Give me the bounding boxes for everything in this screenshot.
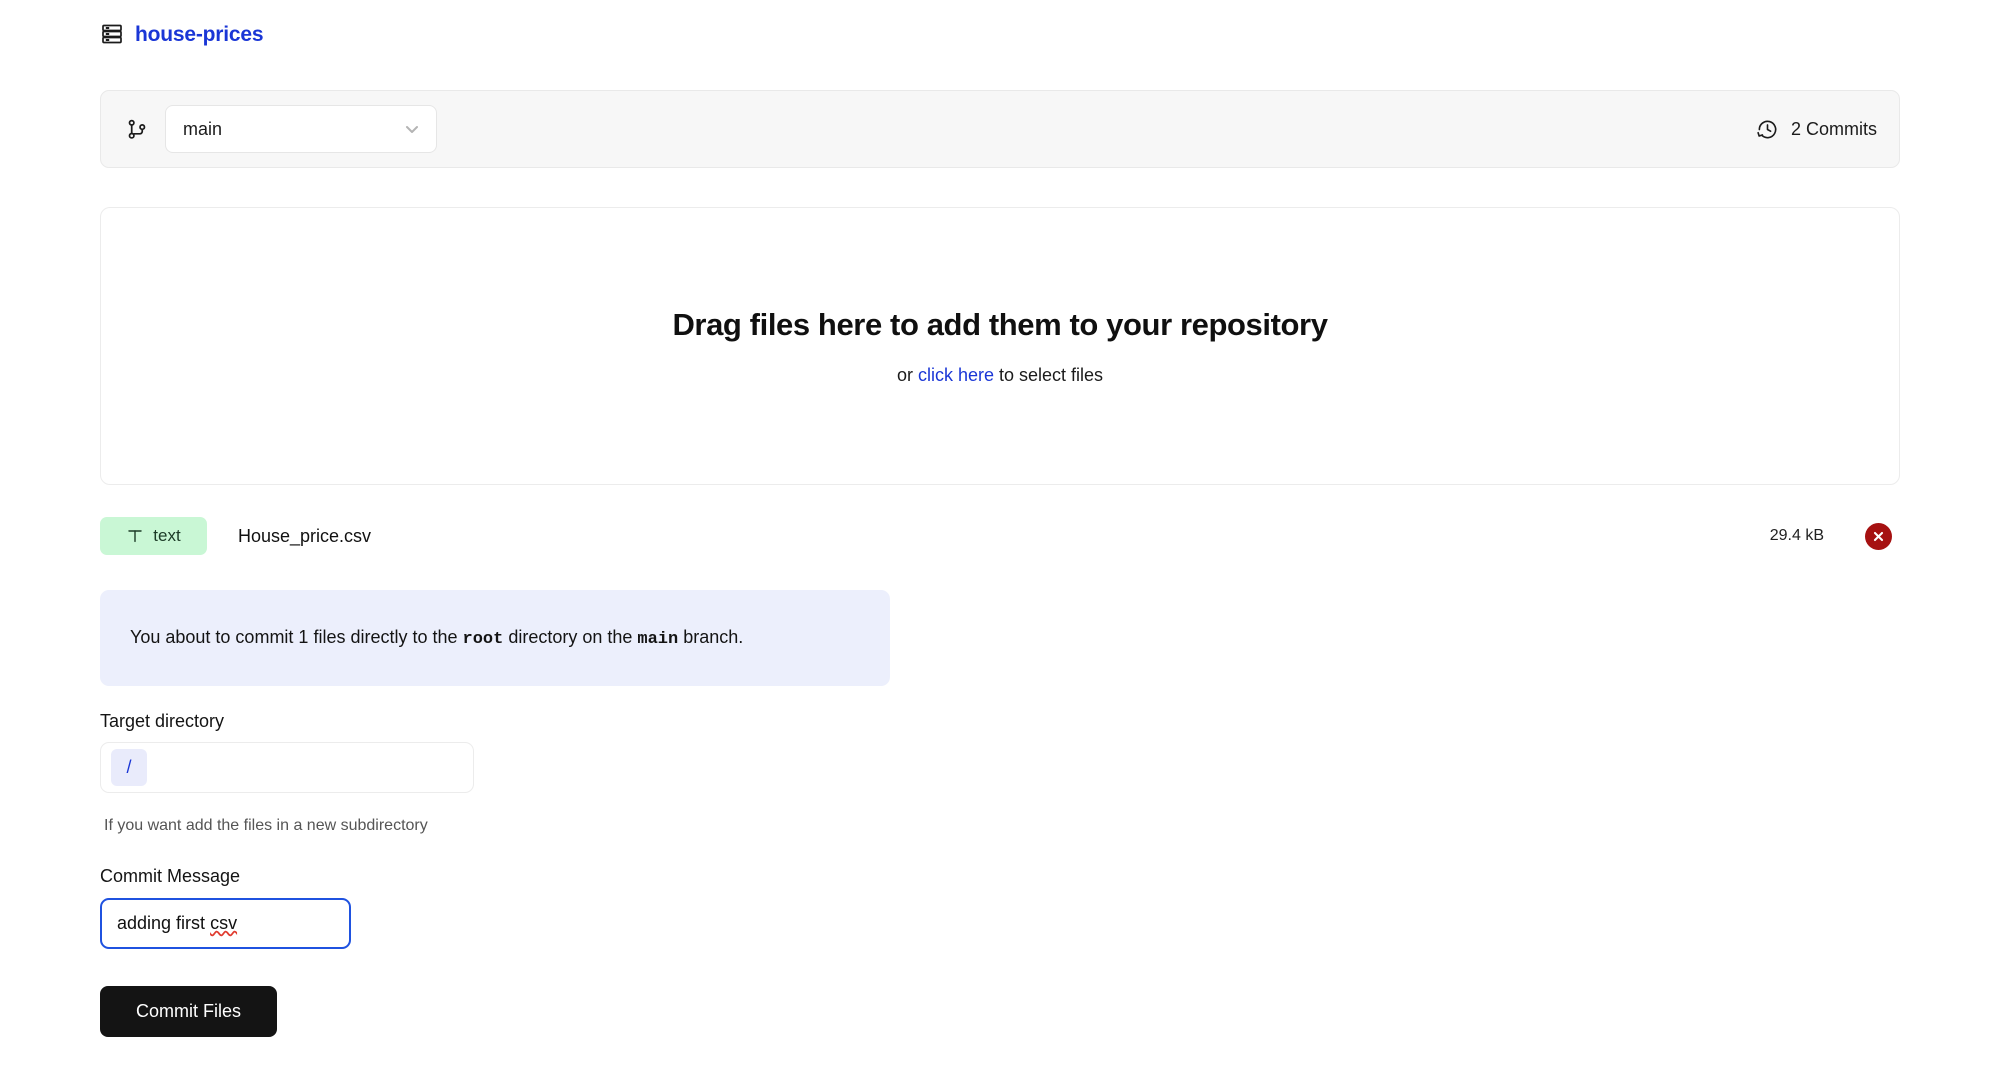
dropzone-title: Drag files here to add them to your repo… — [672, 306, 1328, 342]
commit-info-banner: You about to commit 1 files directly to … — [100, 590, 890, 686]
banner-directory: root — [462, 629, 504, 649]
commit-message-value: adding first csv — [117, 913, 237, 934]
history-clock-icon — [1756, 118, 1779, 141]
file-size: 29.4 kB — [1769, 527, 1824, 544]
select-files-link[interactable]: click here — [918, 365, 994, 385]
dropzone-subtitle: or click here to select files — [897, 365, 1103, 386]
banner-part-1: You about to commit 1 files directly to … — [130, 626, 463, 647]
chevron-down-icon — [402, 119, 422, 139]
commit-message-label: Commit Message — [100, 866, 241, 886]
commit-files-button[interactable]: Commit Files — [100, 986, 277, 1037]
text-type-icon — [126, 527, 144, 545]
branch-group: main — [125, 105, 437, 153]
file-name: House_price.csv — [238, 525, 372, 546]
repo-name-link[interactable]: house-prices — [135, 24, 264, 45]
dataset-rows-icon — [100, 22, 124, 46]
target-directory-help: If you want add the files in a new subdi… — [104, 817, 428, 834]
commit-info-text: You about to commit 1 files directly to … — [130, 625, 743, 652]
file-type-label: text — [153, 526, 181, 545]
target-directory-label: Target directory — [100, 711, 225, 731]
banner-part-2: directory on the — [503, 626, 638, 647]
commit-message-input[interactable]: adding first csv — [100, 898, 351, 949]
commits-label: 2 Commits — [1790, 118, 1877, 139]
file-dropzone[interactable]: Drag files here to add them to your repo… — [100, 207, 1900, 485]
branch-toolbar: main 2 Commits — [100, 90, 1900, 168]
commits-count[interactable]: 2 Commits — [1756, 118, 1877, 141]
target-directory-input[interactable]: / — [100, 742, 474, 793]
repo-header: house-prices — [100, 22, 264, 46]
dropzone-sub-prefix: or — [896, 364, 918, 385]
dropzone-sub-suffix: to select files — [994, 364, 1104, 385]
git-branch-icon — [125, 118, 148, 141]
commit-message-head: adding first — [117, 913, 211, 933]
close-icon — [1872, 530, 1885, 543]
commit-message-misspelled-word: csv — [210, 913, 238, 933]
file-type-badge: text — [100, 517, 207, 555]
branch-select[interactable]: main — [165, 105, 437, 153]
remove-file-button[interactable] — [1865, 522, 1892, 550]
page-root: house-prices main 2 Commits Drag files h… — [0, 0, 2000, 1076]
banner-branch: main — [637, 629, 679, 649]
root-slash-prefix: / — [111, 749, 147, 786]
banner-part-3: branch. — [678, 626, 744, 647]
staged-file-row: text House_price.csv 29.4 kB — [100, 515, 1900, 557]
branch-select-value: main — [183, 118, 223, 139]
